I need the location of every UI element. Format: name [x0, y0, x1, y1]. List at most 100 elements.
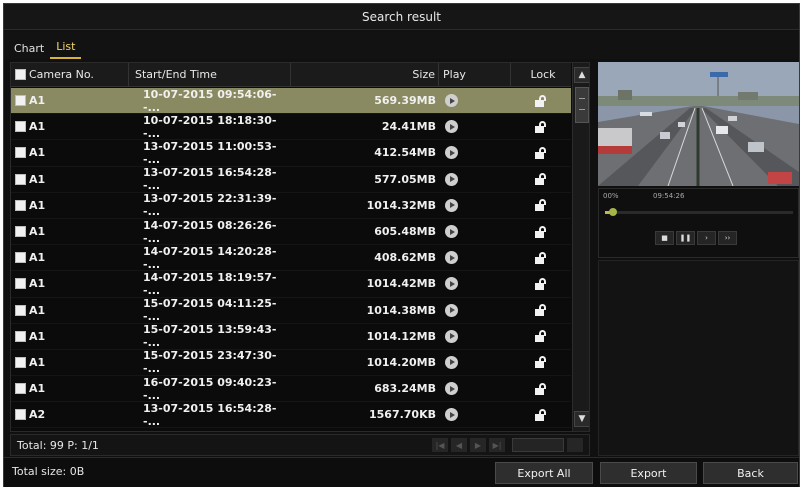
stop-icon[interactable]: ■ [655, 231, 674, 245]
row-checkbox[interactable] [15, 199, 26, 211]
play-cell [439, 376, 511, 401]
table-row[interactable]: A1 15-07-2015 23:47:30--... 1014.20MB [11, 349, 571, 377]
row-checkbox[interactable] [15, 356, 26, 368]
page-number-input[interactable] [512, 438, 564, 452]
camera-number: A1 [29, 277, 46, 291]
play-icon[interactable] [445, 94, 458, 108]
table-row[interactable]: A1 13-07-2015 22:31:39--... 1014.32MB [11, 192, 571, 219]
table-row[interactable]: A1 14-07-2015 14:20:28--... 408.62MB [11, 245, 571, 272]
table-row[interactable]: A1 16-07-2015 09:40:23--... 683.24MB [11, 376, 571, 403]
table-row[interactable]: A1 13-07-2015 11:00:53--... 412.54MB [11, 140, 571, 167]
last-page-icon[interactable]: ▶| [489, 438, 505, 452]
unlock-icon[interactable] [535, 120, 547, 133]
play-icon[interactable] [445, 382, 458, 396]
back-button[interactable]: Back [703, 462, 798, 484]
unlock-icon[interactable] [535, 408, 547, 421]
unlock-icon[interactable] [535, 277, 547, 290]
unlock-icon[interactable] [535, 251, 547, 264]
camera-number: A1 [29, 251, 46, 265]
play-icon[interactable] [445, 408, 458, 422]
table-row[interactable]: A1 15-07-2015 13:59:43--... 1014.12MB [11, 323, 571, 350]
scroll-thumb[interactable] [575, 87, 589, 123]
unlock-icon[interactable] [535, 146, 547, 159]
size-cell: 412.54MB [291, 140, 439, 165]
go-page-button[interactable] [567, 438, 583, 452]
table-row[interactable]: A1 10-07-2015 09:54:06--... 569.39MB [11, 88, 571, 115]
row-checkbox[interactable] [15, 409, 26, 421]
table-row[interactable]: A1 14-07-2015 08:26:26--... 605.48MB [11, 219, 571, 246]
play-icon[interactable] [445, 355, 458, 369]
unlock-icon[interactable] [535, 94, 547, 107]
play-icon[interactable] [445, 172, 458, 186]
export-all-button[interactable]: Export All [495, 462, 593, 484]
camera-cell: A1 [11, 88, 129, 113]
play-icon[interactable] [445, 120, 458, 134]
play-icon[interactable] [445, 251, 458, 265]
camera-number: A1 [29, 225, 46, 239]
size-cell: 605.48MB [291, 219, 439, 244]
row-checkbox[interactable] [15, 226, 26, 238]
progress-handle[interactable] [609, 208, 617, 216]
unlock-icon[interactable] [535, 382, 547, 395]
play-column-header: Play [439, 63, 511, 86]
table-row[interactable]: A1 15-07-2015 04:11:25--... 1014.38MB [11, 297, 571, 324]
pause-icon[interactable]: ❚❚ [676, 231, 695, 245]
unlock-icon[interactable] [535, 356, 547, 369]
time-column-header[interactable]: Start/End Time [129, 63, 291, 86]
select-all-checkbox[interactable] [15, 69, 26, 80]
row-checkbox[interactable] [15, 173, 26, 185]
size-column-header[interactable]: Size [291, 63, 439, 86]
play-cell [439, 324, 511, 349]
camera-cell: A1 [11, 167, 129, 192]
table-row[interactable]: A2 13-07-2015 16:54:28--... 1567.70KB [11, 402, 571, 429]
start-end-time: 15-07-2015 04:11:25--... [143, 297, 277, 324]
row-checkbox[interactable] [15, 278, 26, 290]
unlock-icon[interactable] [535, 304, 547, 317]
table-row[interactable]: A1 13-07-2015 16:54:28--... 577.05MB [11, 166, 571, 193]
row-checkbox[interactable] [15, 95, 26, 107]
play-cell [439, 193, 511, 218]
table-footer: Total: 99 P: 1/1 |◀ ◀ ▶ ▶| [10, 434, 590, 456]
fast-forward-icon[interactable]: ›› [718, 231, 737, 245]
play-icon[interactable] [445, 198, 458, 212]
table-row[interactable]: A1 14-07-2015 18:19:57--... 1014.42MB [11, 271, 571, 298]
time-cell: 10-07-2015 09:54:06--... [129, 88, 291, 114]
row-checkbox[interactable] [15, 252, 26, 264]
row-checkbox[interactable] [15, 304, 26, 316]
table-scrollbar[interactable]: ▲ ▼ [572, 63, 589, 431]
camera-cell: A1 [11, 324, 129, 349]
size-cell: 683.24MB [291, 376, 439, 401]
prev-page-icon[interactable]: ◀ [451, 438, 467, 452]
camera-column-header[interactable]: Camera No. [11, 63, 129, 86]
tab-list[interactable]: List [50, 40, 82, 59]
slow-forward-icon[interactable]: › [697, 231, 716, 245]
lock-cell [511, 245, 571, 270]
play-icon[interactable] [445, 225, 458, 239]
progress-bar[interactable] [605, 208, 793, 216]
unlock-icon[interactable] [535, 330, 547, 343]
camera-cell: A1 [11, 245, 129, 270]
view-tabs: Chart List [4, 31, 799, 59]
unlock-icon[interactable] [535, 225, 547, 238]
camera-number: A1 [29, 172, 46, 186]
export-button[interactable]: Export [600, 462, 697, 484]
unlock-icon[interactable] [535, 173, 547, 186]
row-checkbox[interactable] [15, 383, 26, 395]
play-icon[interactable] [445, 277, 458, 291]
next-page-icon[interactable]: ▶ [470, 438, 486, 452]
progress-percent: 00% [603, 192, 619, 200]
play-icon[interactable] [445, 146, 458, 160]
tab-chart[interactable]: Chart [8, 42, 50, 59]
row-checkbox[interactable] [15, 147, 26, 159]
scroll-down-button[interactable]: ▼ [574, 411, 589, 427]
table-row[interactable]: A1 10-07-2015 18:18:30--... 24.41MB [11, 114, 571, 141]
first-page-icon[interactable]: |◀ [432, 438, 448, 452]
row-checkbox[interactable] [15, 330, 26, 342]
lock-cell [511, 219, 571, 244]
unlock-icon[interactable] [535, 199, 547, 212]
play-icon[interactable] [445, 303, 458, 317]
scroll-up-button[interactable]: ▲ [574, 67, 589, 83]
play-icon[interactable] [445, 329, 458, 343]
camera-number: A2 [29, 408, 46, 422]
row-checkbox[interactable] [15, 121, 26, 133]
